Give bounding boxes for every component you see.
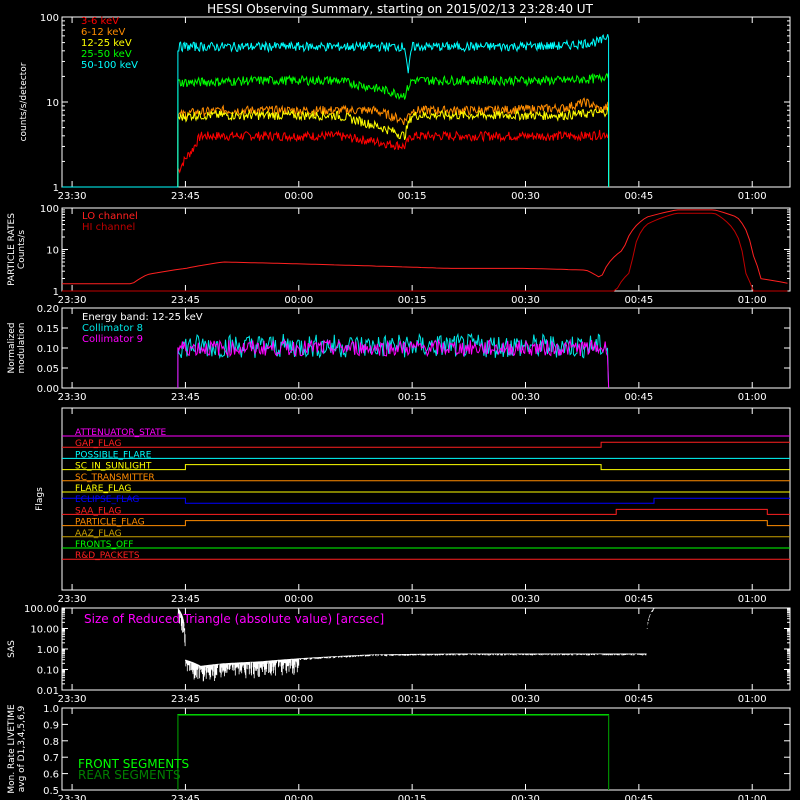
x-tick-label: 00:15 [398,392,427,403]
flag-label: FLARE_FLAG [75,484,131,494]
legend-entry: 25-50 keV [81,49,132,60]
x-tick-label: 00:00 [284,392,313,403]
legend-entry: 3-6 keV [81,16,119,27]
x-tick-label: 00:00 [284,191,313,202]
y-tick-label: 100 [40,204,59,215]
x-tick-label: 00:15 [398,794,427,800]
x-tick-label: 23:30 [58,191,87,202]
y-tick-label: 1 [53,287,59,298]
flag-label: SC_TRANSMITTER [75,473,155,483]
x-tick-label: 00:15 [398,594,427,605]
x-tick-label: 00:45 [624,191,653,202]
y-tick-label: 0.9 [43,720,59,731]
y-tick-label: 1.0 [43,704,59,715]
x-tick-label: 23:30 [58,794,87,800]
x-tick-label: 23:45 [171,694,200,705]
x-tick-label: 00:30 [511,694,540,705]
legend-entry: 12-25 keV [81,38,132,49]
x-tick-label: 00:30 [511,392,540,403]
y-tick-label: 1 [53,183,59,194]
flag-label: ATTENUATOR_STATE [75,428,167,438]
x-tick-label: 00:45 [624,794,653,800]
y-axis-label: PARTICLE RATES [7,213,17,286]
flag-label: SAA_FLAG [75,506,121,516]
y-tick-label: 0.01 [37,686,59,697]
y-axis-label: avg of D1,3,4,5,6,9 [17,705,27,792]
y-tick-label: 10 [46,98,59,109]
x-tick-label: 01:00 [738,295,767,306]
flag-label: GAP_FLAG [75,439,121,449]
x-tick-label: 00:30 [511,794,540,800]
x-tick-label: 23:30 [58,392,87,403]
y-tick-label: 100 [40,13,59,24]
summary-chart: HESSI Observing Summary, starting on 201… [0,0,800,800]
flag-label: R&D_PACKETS [75,551,140,561]
x-tick-label: 23:45 [171,594,200,605]
legend-entry: REAR SEGMENTS [78,768,181,782]
y-tick-label: 0.20 [37,304,59,315]
y-axis-label: counts/s/detector [19,62,29,141]
annotation: Energy band: 12-25 keV [82,312,203,323]
x-tick-label: 00:45 [624,594,653,605]
y-tick-label: 0.8 [43,737,59,748]
y-tick-label: 0.7 [43,753,59,764]
x-tick-label: 01:00 [738,694,767,705]
y-tick-label: 0.6 [43,770,59,781]
x-tick-label: 23:45 [171,392,200,403]
flag-label: AAZ_FLAG [75,529,122,539]
x-tick-label: 23:30 [58,594,87,605]
y-axis-label: Flags [35,487,45,511]
y-tick-label: 0.10 [37,666,59,677]
y-axis-label: modulation [17,323,27,374]
x-tick-label: 00:30 [511,295,540,306]
x-tick-label: 00:00 [284,694,313,705]
x-tick-label: 00:15 [398,694,427,705]
annotation: Size of Reduced Triangle (absolute value… [84,612,384,626]
legend-entry: LO channel [82,211,138,222]
x-tick-label: 01:00 [738,191,767,202]
flag-label: SC_IN_SUNLIGHT [75,462,152,472]
legend-entry: 6-12 keV [81,27,125,38]
x-tick-label: 23:45 [171,191,200,202]
y-tick-label: 0.5 [43,786,59,797]
y-tick-label: 1.00 [37,645,59,656]
y-axis-label: Normalized [7,322,17,373]
x-tick-label: 23:30 [58,694,87,705]
y-tick-label: 100.00 [24,604,59,615]
flag-label: POSSIBLE_FLARE [75,450,152,460]
x-tick-label: 00:30 [511,594,540,605]
y-axis-label: SAS [7,640,17,658]
y-axis-label: Mon. Rate LIVETIME [7,704,17,794]
y-axis-label: Counts/s [17,230,27,269]
legend-entry: HI channel [82,222,135,233]
x-tick-label: 00:45 [624,392,653,403]
x-tick-label: 00:15 [398,191,427,202]
x-tick-label: 00:45 [624,694,653,705]
x-tick-label: 00:00 [284,794,313,800]
x-tick-label: 23:30 [58,295,87,306]
x-tick-label: 00:00 [284,594,313,605]
y-tick-label: 10 [46,246,59,257]
x-tick-label: 00:45 [624,295,653,306]
x-tick-label: 23:45 [171,295,200,306]
legend-entry: Collimator 8 [82,323,143,334]
x-tick-label: 01:00 [738,392,767,403]
flag-label: PARTICLE_FLAG [75,518,145,528]
legend-entry: 50-100 keV [81,60,138,71]
flag-label: ECLIPSE_FLAG [75,495,139,505]
legend-entry: Collimator 9 [82,334,143,345]
y-tick-label: 0.15 [37,324,59,335]
y-tick-label: 0.00 [37,384,59,395]
x-tick-label: 01:00 [738,794,767,800]
chart-title: HESSI Observing Summary, starting on 201… [207,2,593,16]
x-tick-label: 00:30 [511,191,540,202]
x-tick-label: 00:15 [398,295,427,306]
x-tick-label: 23:45 [171,794,200,800]
y-tick-label: 0.10 [37,344,59,355]
x-tick-label: 01:00 [738,594,767,605]
x-tick-label: 00:00 [284,295,313,306]
y-tick-label: 0.05 [37,364,59,375]
flag-label: FRONTS_OFF [75,540,133,550]
y-tick-label: 10.00 [30,625,59,636]
